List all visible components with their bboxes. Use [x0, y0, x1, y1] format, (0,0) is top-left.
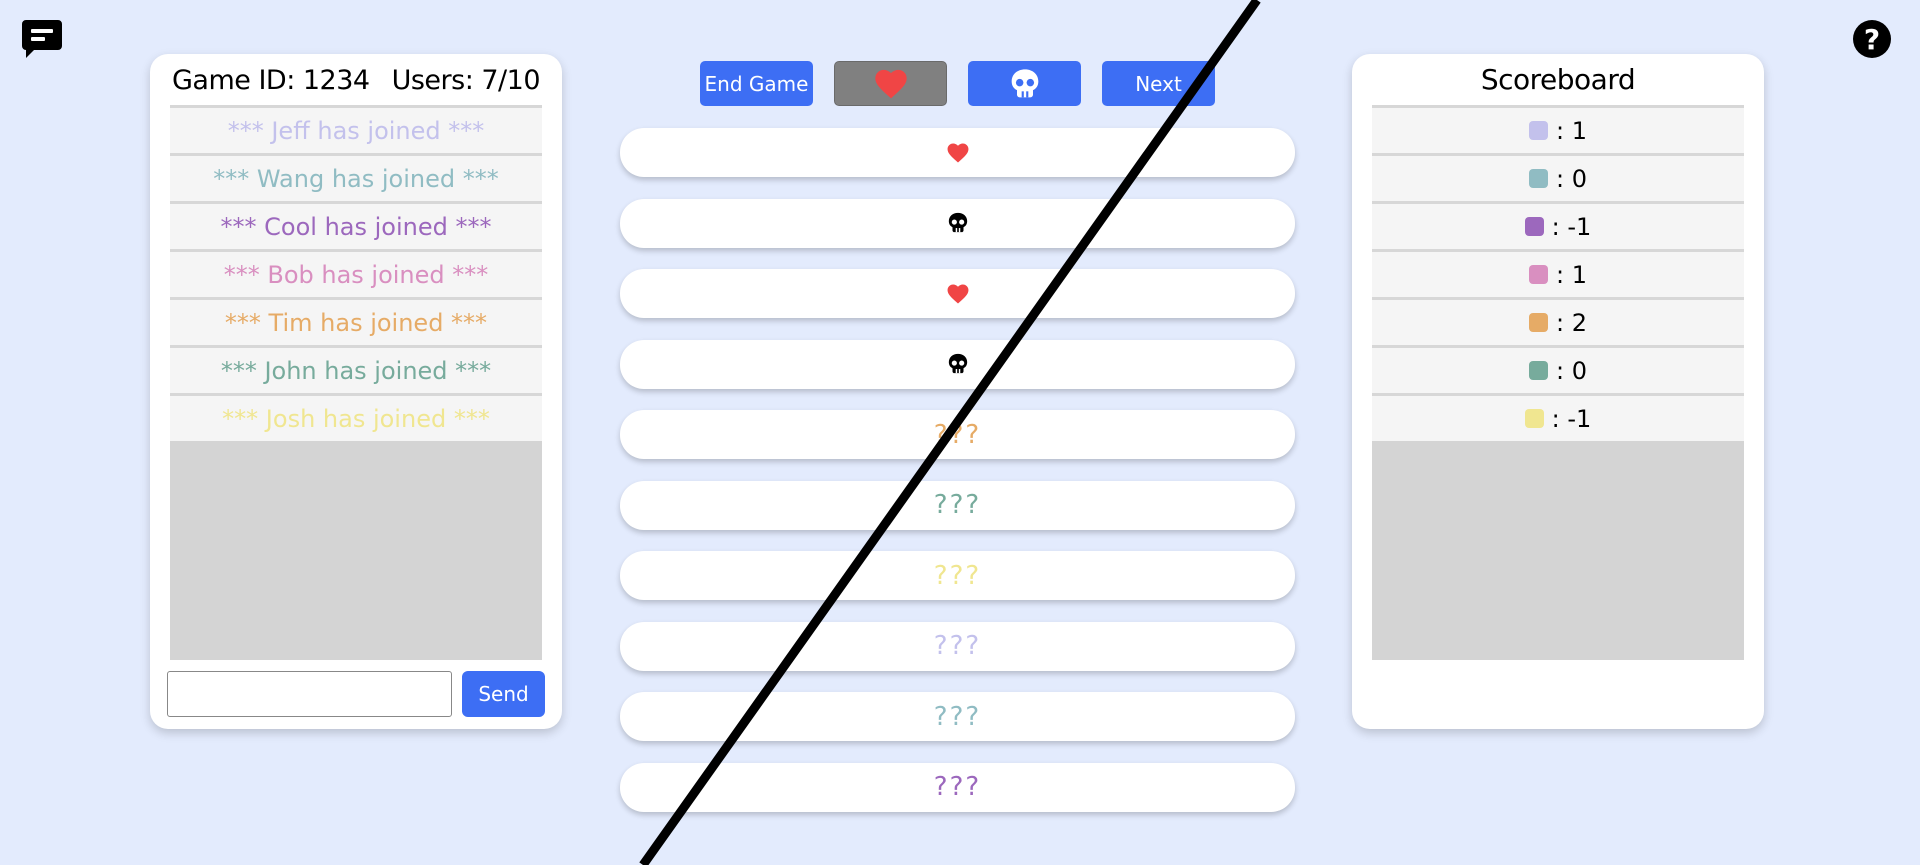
score-row: : 1	[1372, 105, 1744, 153]
skull-icon	[948, 353, 967, 374]
answer-card[interactable]: ???	[620, 692, 1295, 741]
scoreboard-panel: Scoreboard : 1 : 0 : -1 : 1 : 2 : 0 : -1	[1352, 54, 1764, 729]
chat-header: Game ID: 1234 Users: 7/10	[150, 54, 562, 106]
player-score: : -1	[1551, 404, 1592, 433]
hidden-answer-text: ???	[933, 701, 982, 732]
player-score: : 0	[1556, 356, 1587, 385]
hidden-answer-text: ???	[933, 772, 982, 802]
chat-input[interactable]	[167, 671, 452, 717]
player-score: : 2	[1556, 308, 1587, 337]
chat-message: *** Wang has joined ***	[170, 153, 542, 201]
hidden-answer-text: ???	[933, 490, 982, 520]
chat-message: *** Bob has joined ***	[170, 249, 542, 297]
end-game-button[interactable]: End Game	[700, 61, 813, 106]
help-button[interactable]: ?	[1853, 20, 1891, 58]
users-count: Users: 7/10	[391, 64, 541, 96]
chat-toggle-button[interactable]	[22, 20, 62, 58]
send-button[interactable]: Send	[462, 671, 545, 717]
score-row: : -1	[1372, 393, 1744, 441]
player-color-swatch	[1529, 121, 1548, 140]
answer-card[interactable]: ???	[620, 480, 1295, 530]
answer-card[interactable]	[620, 198, 1295, 248]
skull-icon	[1011, 68, 1038, 97]
heart-icon	[947, 284, 968, 304]
answer-card[interactable]	[620, 128, 1295, 177]
hidden-answer-text: ???	[933, 631, 982, 661]
scoreboard-list: : 1 : 0 : -1 : 1 : 2 : 0 : -1	[1372, 105, 1744, 660]
hidden-answer-text: ???	[933, 560, 982, 591]
skull-icon	[948, 212, 967, 233]
chat-message: *** Josh has joined ***	[170, 393, 542, 441]
player-color-swatch	[1529, 361, 1548, 380]
score-row: : -1	[1372, 201, 1744, 249]
score-row: : 0	[1372, 153, 1744, 201]
heart-icon	[947, 143, 968, 163]
score-row: : 2	[1372, 297, 1744, 345]
chat-input-row: Send	[167, 671, 547, 717]
player-color-swatch	[1524, 217, 1544, 236]
chat-panel: Game ID: 1234 Users: 7/10 *** Jeff has j…	[150, 54, 562, 729]
player-color-swatch	[1529, 169, 1548, 188]
player-color-swatch	[1524, 409, 1544, 428]
chat-message: *** John has joined ***	[170, 345, 542, 393]
player-color-swatch	[1529, 313, 1548, 332]
answer-card[interactable]: ???	[620, 621, 1295, 671]
question-mark-icon: ?	[1863, 22, 1881, 56]
player-color-swatch	[1529, 265, 1548, 284]
score-row: : 0	[1372, 345, 1744, 393]
heart-vote-button[interactable]	[834, 61, 947, 106]
player-score: : 0	[1556, 164, 1587, 193]
answers-list: ??????????????????	[620, 128, 1295, 833]
scoreboard-title: Scoreboard	[1480, 63, 1636, 96]
chat-bubble-icon	[22, 20, 62, 58]
answer-card[interactable]: ???	[620, 762, 1295, 812]
hidden-answer-text: ???	[933, 419, 982, 450]
game-id: Game ID: 1234	[171, 64, 370, 96]
player-score: : 1	[1556, 116, 1587, 145]
chat-message: *** Jeff has joined ***	[170, 105, 542, 153]
player-score: : 1	[1556, 260, 1587, 289]
answer-card[interactable]: ???	[620, 410, 1295, 459]
answer-card[interactable]	[620, 269, 1295, 318]
heart-icon	[874, 69, 907, 98]
player-score: : -1	[1551, 212, 1592, 241]
score-row: : 1	[1372, 249, 1744, 297]
game-controls: End Game Next	[700, 61, 1215, 106]
chat-message: *** Tim has joined ***	[170, 297, 542, 345]
chat-message: *** Cool has joined ***	[170, 201, 542, 249]
chat-log[interactable]: *** Jeff has joined *** *** Wang has join…	[170, 105, 542, 660]
next-button[interactable]: Next	[1102, 61, 1215, 106]
skull-vote-button[interactable]	[968, 61, 1081, 106]
answer-card[interactable]: ???	[620, 551, 1295, 600]
answer-card[interactable]	[620, 339, 1295, 389]
